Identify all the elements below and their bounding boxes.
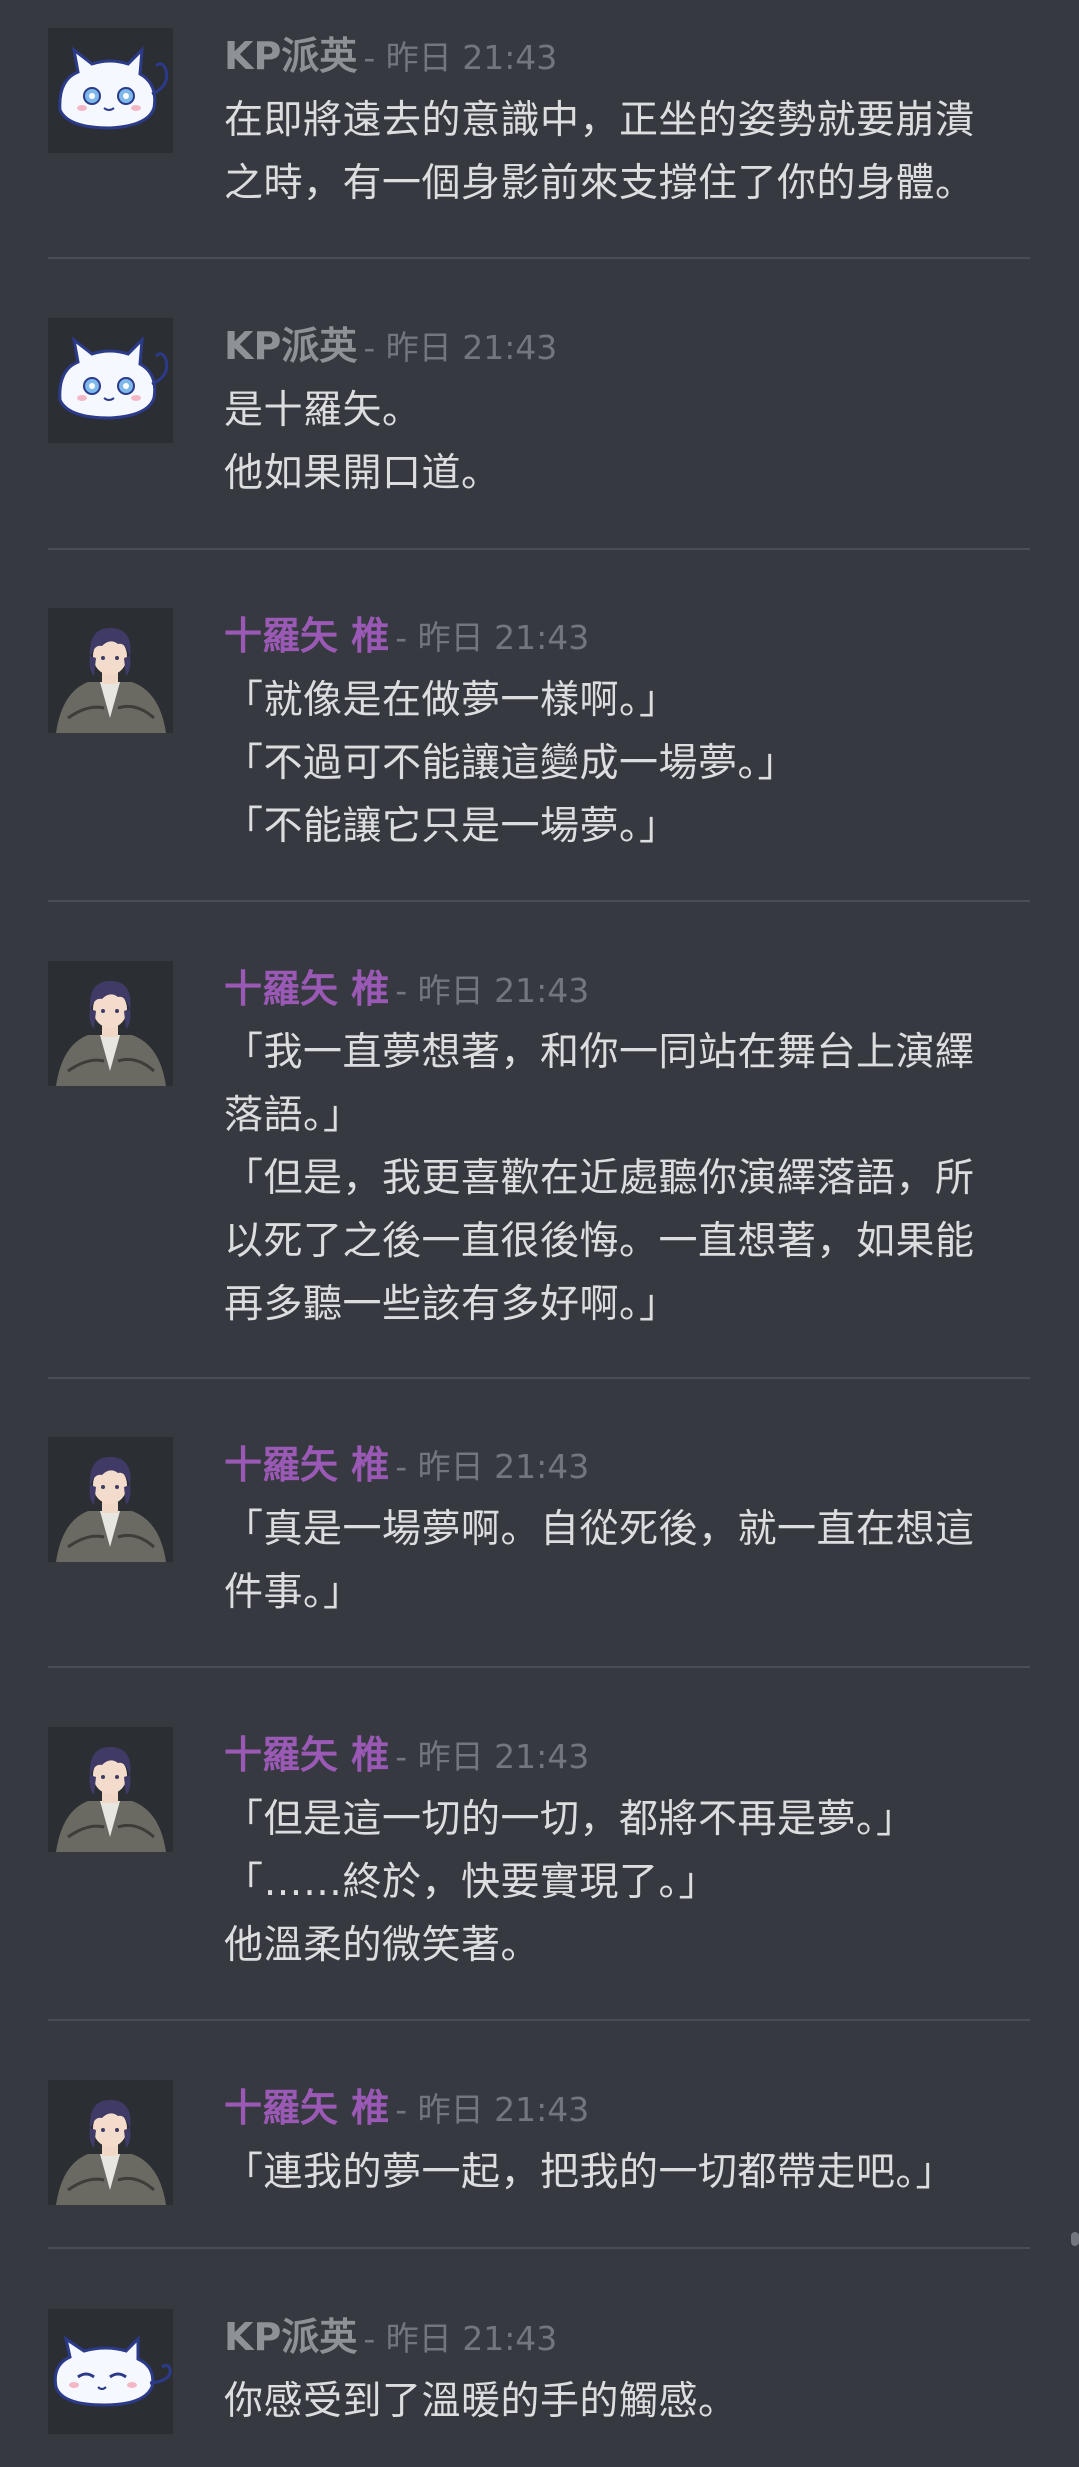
message-line: 「……終於，快要實現了。」 [224, 1860, 719, 1905]
message-divider [48, 2247, 1030, 2249]
scrollbar-thumb[interactable] [1071, 2232, 1079, 2246]
message-header: KP派英 - 昨日 21:43 [224, 30, 557, 82]
message-line: 「不過可不能讓這變成一場夢。」 [224, 741, 798, 786]
message-divider [48, 2019, 1030, 2021]
message-timestamp: - 昨日 21:43 [395, 2090, 590, 2129]
tora-avatar[interactable] [48, 961, 173, 1086]
message-body: 在即將遠去的意識中，正坐的姿勢就要崩潰 之時，有一個身影前來支撐住了你的身體。 [224, 89, 1044, 215]
white-cat-icon [58, 46, 169, 130]
message-body: 是十羅矢。 他如果開口道。 [224, 379, 1044, 505]
author-name[interactable]: KP派英 [224, 2315, 357, 2359]
message-header: 十羅矢 椎- 昨日 21:43 [224, 1439, 589, 1491]
message-header: KP派英 - 昨日 21:43 [224, 320, 557, 372]
purple-haired-man-icon [56, 981, 166, 1086]
tora-avatar[interactable] [48, 2080, 173, 2205]
message-line: 他溫柔的微笑著。 [224, 1923, 541, 1968]
message-header: 十羅矢 椎- 昨日 21:43 [224, 2082, 589, 2134]
message-header: KP派英 - 昨日 21:43 [224, 2311, 557, 2363]
message-body: 「但是這一切的一切，都將不再是夢。」 「……終於，快要實現了。」 他溫柔的微笑著… [224, 1788, 1044, 1977]
message-divider [48, 900, 1030, 902]
message-body: 「真是一場夢啊。自從死後，就一直在想這 件事。」 [224, 1498, 1044, 1624]
author-name[interactable]: 十羅矢 椎 [224, 1443, 389, 1487]
message-body: 「我一直夢想著，和你一同站在舞台上演繹 落語。」 「但是，我更喜歡在近處聽你演繹… [224, 1021, 1044, 1336]
message-timestamp: - 昨日 21:43 [395, 1447, 590, 1486]
message-line: 「真是一場夢啊。自從死後，就一直在想這 [224, 1507, 975, 1552]
message-line: 落語。」 [224, 1093, 363, 1138]
message-line: 以死了之後一直很後悔。一直想著，如果能 [224, 1219, 975, 1264]
purple-haired-man-icon [56, 628, 166, 733]
author-name[interactable]: 十羅矢 椎 [224, 1733, 389, 1777]
message-header: 十羅矢 椎- 昨日 21:43 [224, 1729, 589, 1781]
message-timestamp: - 昨日 21:43 [363, 2319, 558, 2358]
purple-haired-man-icon [56, 1747, 166, 1852]
author-name[interactable]: KP派英 [224, 34, 357, 78]
message-line: 「但是這一切的一切，都將不再是夢。」 [224, 1797, 916, 1842]
message-timestamp: - 昨日 21:43 [395, 618, 590, 657]
message-line: 他如果開口道。 [224, 451, 501, 496]
message-timestamp: - 昨日 21:43 [395, 971, 590, 1010]
message-body: 「就像是在做夢一樣啊。」 「不過可不能讓這變成一場夢。」 「不能讓它只是一場夢。… [224, 669, 1044, 858]
message-line: 你感受到了溫暖的手的觸感。 [224, 2379, 738, 2424]
white-cat-icon [58, 336, 169, 420]
message-body: 「連我的夢一起，把我的一切都帶走吧。」 [224, 2141, 1044, 2204]
message-header: 十羅矢 椎- 昨日 21:43 [224, 610, 589, 662]
message-body: 你感受到了溫暖的手的觸感。 [224, 2370, 1044, 2433]
message-timestamp: - 昨日 21:43 [363, 328, 558, 367]
message-timestamp: - 昨日 21:43 [363, 38, 558, 77]
kp-cat-avatar[interactable] [48, 318, 173, 443]
tora-avatar[interactable] [48, 608, 173, 733]
message-divider [48, 1666, 1030, 1668]
message-divider [48, 548, 1030, 550]
author-name[interactable]: 十羅矢 椎 [224, 2086, 389, 2130]
message-line: 「連我的夢一起，把我的一切都帶走吧。」 [224, 2150, 956, 2195]
message-line: 「不能讓它只是一場夢。」 [224, 804, 679, 849]
message-line: 是十羅矢。 [224, 388, 422, 433]
message-line: 再多聽一些該有多好啊。」 [224, 1282, 679, 1327]
sleeping-white-cat-icon [53, 2335, 172, 2407]
message-divider [48, 257, 1030, 259]
purple-haired-man-icon [56, 1457, 166, 1562]
author-name[interactable]: 十羅矢 椎 [224, 614, 389, 658]
kp-cat-avatar[interactable] [48, 28, 173, 153]
message-line: 在即將遠去的意識中，正坐的姿勢就要崩潰 [224, 98, 975, 143]
purple-haired-man-icon [56, 2100, 166, 2205]
author-name[interactable]: 十羅矢 椎 [224, 967, 389, 1011]
kp-cat-avatar[interactable] [48, 2309, 173, 2434]
tora-avatar[interactable] [48, 1437, 173, 1562]
message-timestamp: - 昨日 21:43 [395, 1737, 590, 1776]
message-line: 件事。」 [224, 1570, 363, 1615]
message-line: 之時，有一個身影前來支撐住了你的身體。 [224, 161, 975, 206]
author-name[interactable]: KP派英 [224, 324, 357, 368]
message-line: 「就像是在做夢一樣啊。」 [224, 678, 679, 723]
message-divider [48, 1377, 1030, 1379]
message-line: 「我一直夢想著，和你一同站在舞台上演繹 [224, 1030, 975, 1075]
chat-log: KP派英 - 昨日 21:43 在即將遠去的意識中，正坐的姿勢就要崩潰 之時，有一… [0, 0, 1079, 2467]
message-line: 「但是，我更喜歡在近處聽你演繹落語，所 [224, 1156, 975, 1201]
tora-avatar[interactable] [48, 1727, 173, 1852]
message-header: 十羅矢 椎- 昨日 21:43 [224, 963, 589, 1015]
